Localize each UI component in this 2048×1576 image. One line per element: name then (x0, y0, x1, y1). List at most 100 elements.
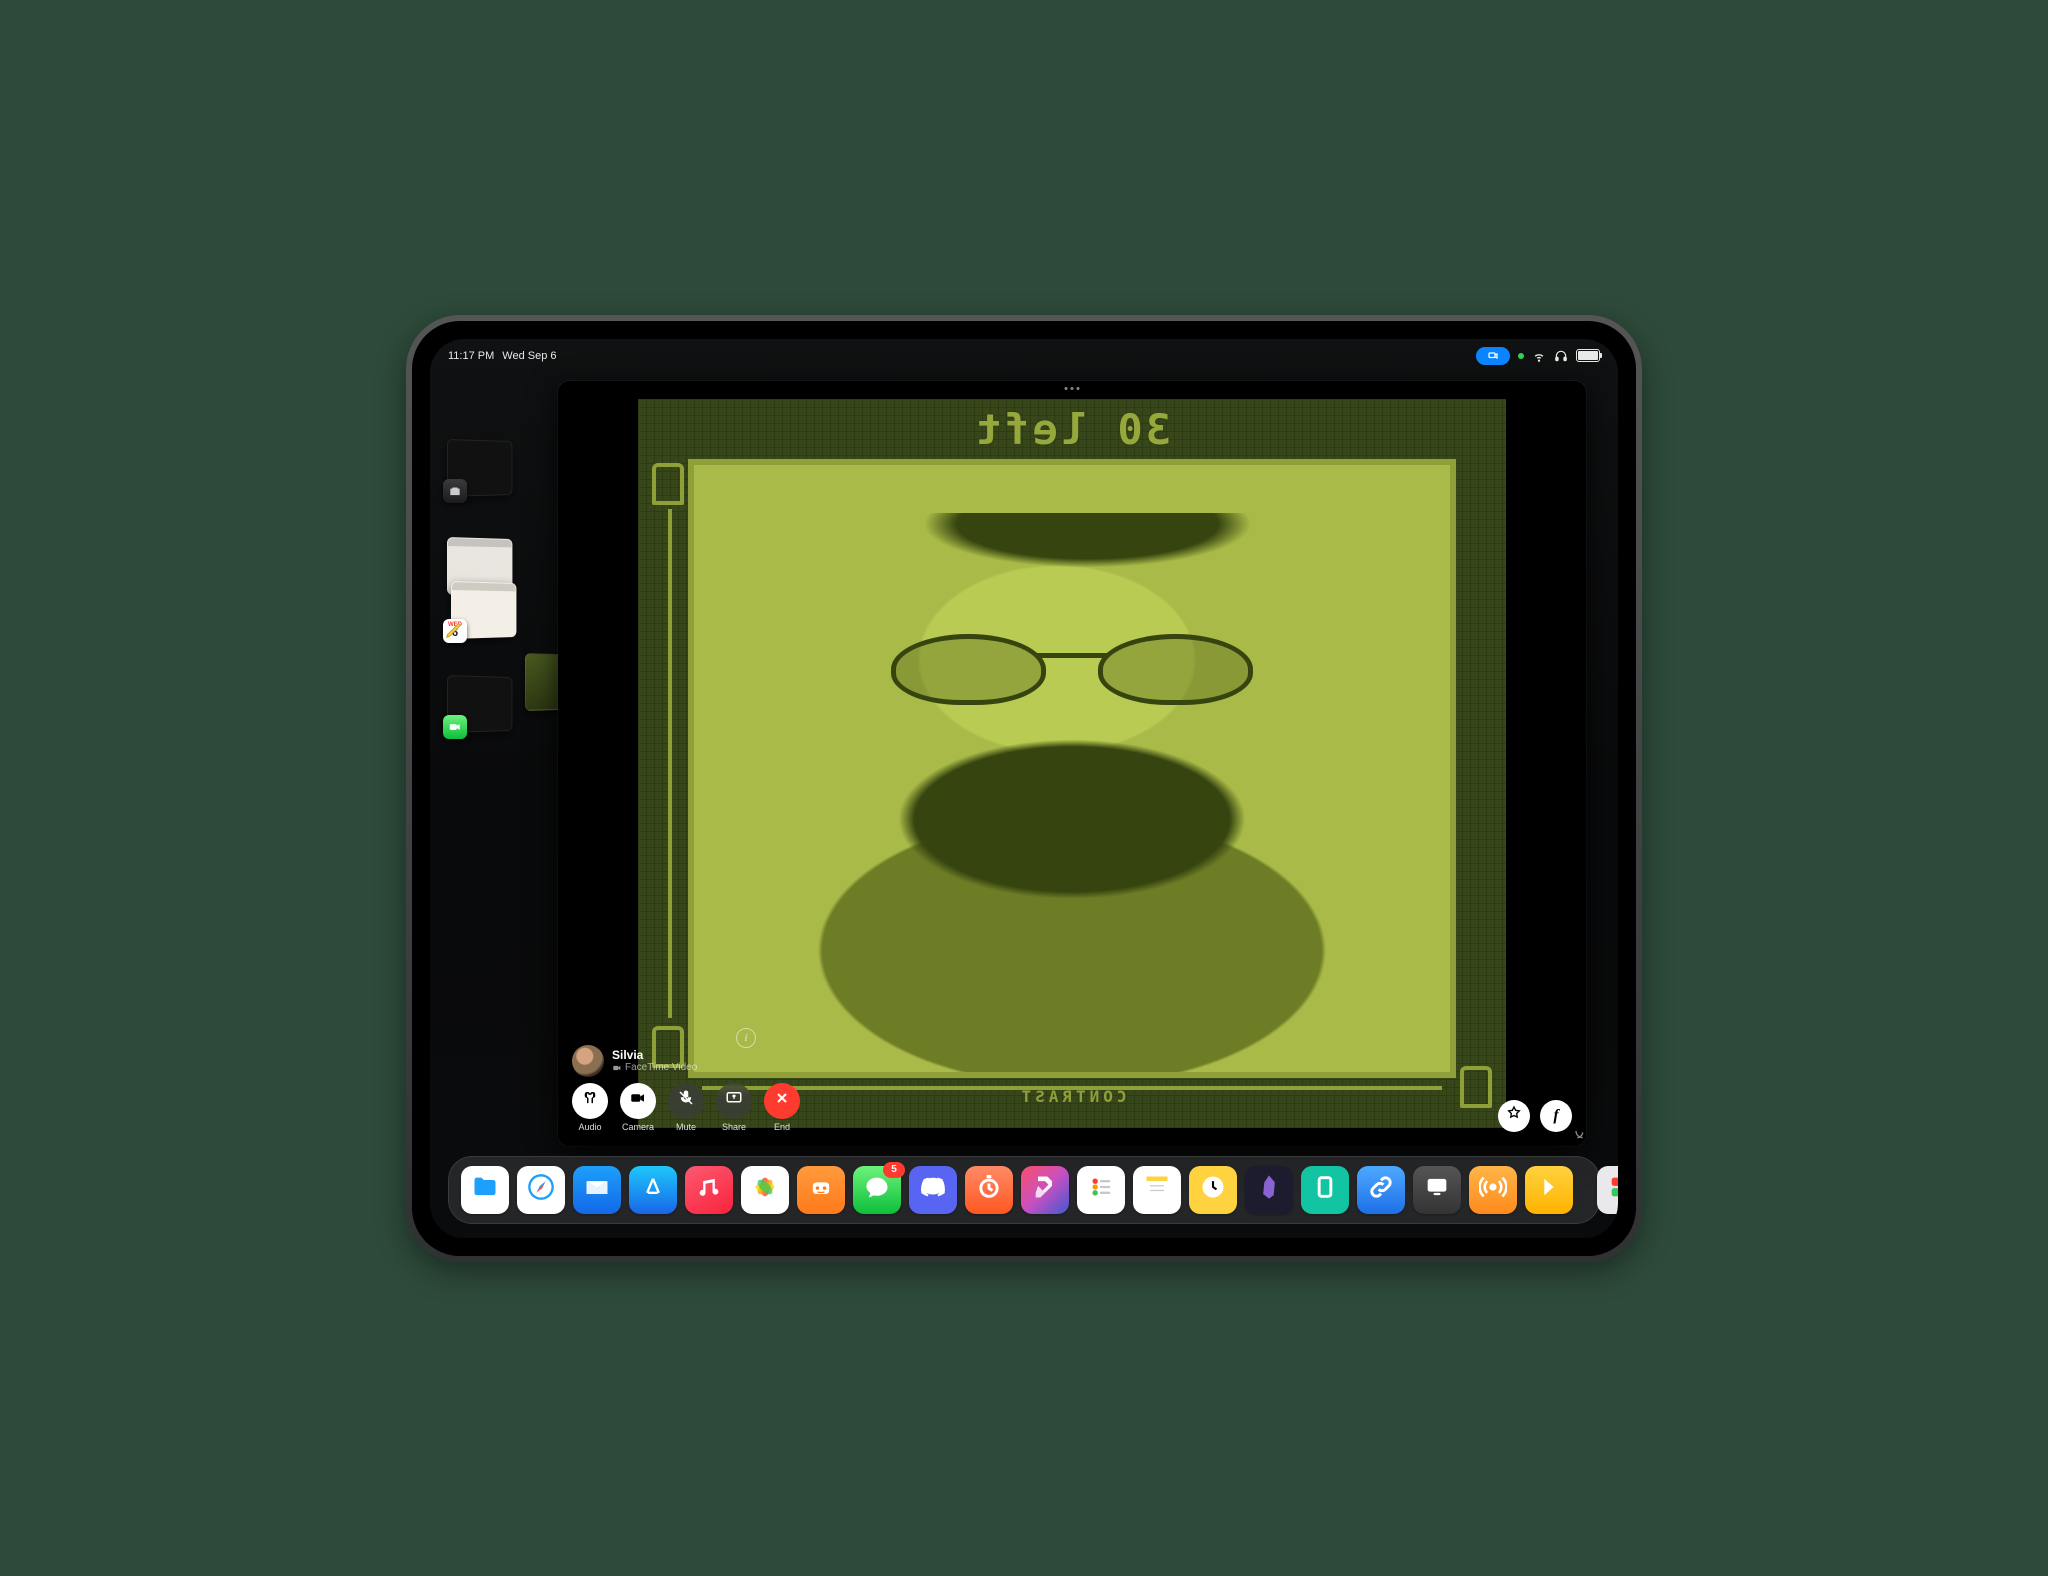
caller-subtitle: FaceTime Video (612, 1062, 697, 1073)
share-label: Share (722, 1122, 746, 1132)
caller-row[interactable]: Silvia FaceTime Video (572, 1045, 800, 1077)
link-icon (1367, 1173, 1395, 1206)
dock-app-appstore[interactable] (629, 1166, 677, 1214)
caller-name: Silvia (612, 1048, 697, 1062)
messages-icon (863, 1173, 891, 1206)
audio-button[interactable] (572, 1083, 608, 1119)
gbc-photo (688, 459, 1456, 1078)
control-end: End (764, 1083, 800, 1132)
headphones-icon (1554, 349, 1568, 363)
stage-group-calendar[interactable]: WED 6 (445, 537, 523, 595)
dock-app-olog[interactable] (797, 1166, 845, 1214)
camera-app-icon (443, 479, 467, 503)
gbc-header-text: 30 left (638, 405, 1506, 454)
dock-app-short[interactable] (1021, 1166, 1069, 1214)
function-icon: f (1553, 1107, 1558, 1125)
gbc-contrast-label: CONTRAST (1017, 1087, 1126, 1106)
camera-label: Camera (622, 1122, 654, 1132)
airpods-icon (581, 1089, 599, 1112)
control-mute: Mute (668, 1083, 704, 1132)
dock-app-switch[interactable] (1597, 1166, 1618, 1214)
music-icon (695, 1173, 723, 1206)
dock-app-photos[interactable] (741, 1166, 789, 1214)
notes-icon (1143, 1173, 1171, 1206)
badge: 5 (883, 1162, 905, 1178)
dock-app-mail[interactable] (573, 1166, 621, 1214)
files-icon (471, 1173, 499, 1206)
facetime-window[interactable]: 30 left BRIGHTNESS (558, 381, 1586, 1146)
dock: 5 (448, 1156, 1600, 1224)
safari-icon (527, 1173, 555, 1206)
clock-icon (1199, 1173, 1227, 1206)
window-handle[interactable] (1065, 387, 1080, 390)
video-icon (629, 1089, 647, 1112)
status-recording-pill[interactable] (1476, 347, 1510, 365)
timer-icon (975, 1173, 1003, 1206)
stage-manager-strip: WED 6 (434, 439, 534, 1158)
location-active-dot (1518, 353, 1524, 359)
pencil-icon (443, 617, 467, 641)
pip-effects-button[interactable] (1498, 1100, 1530, 1132)
dock-app-notes[interactable] (1133, 1166, 1181, 1214)
video-icon (612, 1063, 622, 1073)
display-icon (1423, 1173, 1451, 1206)
status-time: 11:17 PM (448, 350, 494, 362)
gbc-portrait (694, 465, 1450, 1072)
dock-app-discord[interactable] (909, 1166, 957, 1214)
facetime-controls: Audio Camera Mute Share End (572, 1083, 800, 1132)
gbc-photo-frame (688, 459, 1456, 1078)
battery-icon (1576, 349, 1600, 362)
mail-icon (583, 1173, 611, 1206)
stage-group-camera[interactable] (445, 439, 523, 497)
facetime-app-icon (443, 715, 467, 739)
dock-app-clock[interactable] (1189, 1166, 1237, 1214)
broadcast-icon (1479, 1173, 1507, 1206)
mute-button[interactable] (668, 1083, 704, 1119)
dock-app-cast2[interactable] (1469, 1166, 1517, 1214)
screen: 11:17 PM Wed Sep 6 (430, 339, 1618, 1238)
control-camera: Camera (620, 1083, 656, 1132)
share-button[interactable] (716, 1083, 752, 1119)
control-audio: Audio (572, 1083, 608, 1132)
status-bar: 11:17 PM Wed Sep 6 (430, 343, 1618, 369)
dock-app-music[interactable] (685, 1166, 733, 1214)
mic-off-icon (677, 1089, 695, 1112)
pip-button-row: f (1498, 1100, 1572, 1132)
status-date: Wed Sep 6 (502, 350, 556, 362)
portrait-glasses (891, 634, 1254, 695)
dock-app-files[interactable] (461, 1166, 509, 1214)
gbc-brightness-track[interactable] (668, 509, 672, 1018)
dock-app-msg[interactable]: 5 (853, 1166, 901, 1214)
dock-app-remind[interactable] (1077, 1166, 1125, 1214)
end-label: End (774, 1122, 790, 1132)
gbc-contrast-slider-icon (1460, 1066, 1492, 1108)
stage-group-facetime[interactable] (445, 675, 523, 733)
audio-label: Audio (578, 1122, 601, 1132)
app-library-icon (1607, 1173, 1618, 1206)
mute-label: Mute (676, 1122, 696, 1132)
dock-app-timer[interactable] (965, 1166, 1013, 1214)
camera-button[interactable] (620, 1083, 656, 1119)
x-icon (774, 1090, 790, 1111)
wifi-icon (1532, 349, 1546, 363)
star-icon (1506, 1105, 1522, 1126)
control-share: Share (716, 1083, 752, 1132)
dock-app-link[interactable] (1357, 1166, 1405, 1214)
gbc-brightness-slider-top-icon (652, 463, 684, 505)
dock-app-arrow[interactable] (1525, 1166, 1573, 1214)
dock-app-obsid[interactable] (1245, 1166, 1293, 1214)
share-screen-icon (725, 1089, 743, 1112)
dock-app-frame[interactable] (1301, 1166, 1349, 1214)
end-button[interactable] (764, 1083, 800, 1119)
resize-handle-icon[interactable] (1568, 1123, 1584, 1144)
portrait-hair (906, 513, 1269, 622)
portrait-beard (875, 695, 1268, 901)
timery-icon (807, 1173, 835, 1206)
more-icon (1065, 387, 1080, 390)
dock-app-display[interactable] (1413, 1166, 1461, 1214)
dock-app-safari[interactable] (517, 1166, 565, 1214)
screen-record-icon (1487, 350, 1499, 362)
appstore-icon (639, 1173, 667, 1206)
arrow-icon (1535, 1173, 1563, 1206)
ipad-device-frame: 11:17 PM Wed Sep 6 (406, 315, 1642, 1262)
